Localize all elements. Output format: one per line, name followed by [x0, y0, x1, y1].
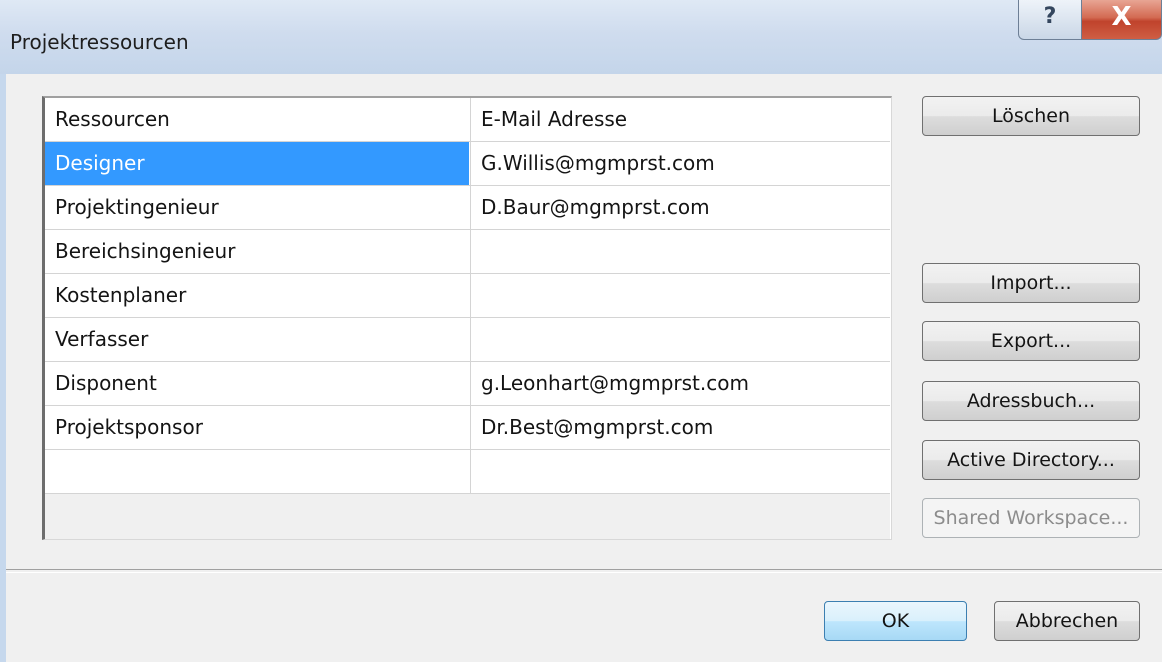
- table-header-row: Ressourcen E-Mail Adresse: [45, 98, 890, 142]
- table-row[interactable]: Projektsponsor Dr.Best@mgmprst.com: [45, 406, 890, 450]
- table-row[interactable]: Bereichsingenieur: [45, 230, 890, 274]
- resources-grid[interactable]: Ressourcen E-Mail Adresse Designer G.Wil…: [42, 96, 892, 540]
- resource-cell[interactable]: [45, 450, 469, 493]
- addressbook-button[interactable]: Adressbuch...: [922, 381, 1140, 421]
- table-row[interactable]: Kostenplaner: [45, 274, 890, 318]
- import-button[interactable]: Import...: [922, 263, 1140, 303]
- delete-button[interactable]: Löschen: [922, 96, 1140, 136]
- shared-workspace-button[interactable]: Shared Workspace...: [922, 498, 1140, 538]
- resource-cell[interactable]: Bereichsingenieur: [45, 230, 469, 273]
- email-cell[interactable]: g.Leonhart@mgmprst.com: [470, 362, 890, 405]
- column-header-resources[interactable]: Ressourcen: [45, 98, 469, 141]
- email-cell[interactable]: D.Baur@mgmprst.com: [470, 186, 890, 229]
- resource-cell[interactable]: Disponent: [45, 362, 469, 405]
- email-cell[interactable]: G.Willis@mgmprst.com: [470, 142, 890, 185]
- window-border: [0, 74, 6, 662]
- table-row-new[interactable]: [45, 450, 890, 494]
- table-row[interactable]: Verfasser: [45, 318, 890, 362]
- close-button[interactable]: X: [1081, 0, 1162, 40]
- resource-cell[interactable]: Verfasser: [45, 318, 469, 361]
- email-cell[interactable]: [470, 318, 890, 361]
- table-row[interactable]: Disponent g.Leonhart@mgmprst.com: [45, 362, 890, 406]
- resource-cell[interactable]: Designer: [45, 142, 469, 185]
- column-header-email[interactable]: E-Mail Adresse: [470, 98, 890, 141]
- close-icon: X: [1111, 2, 1132, 32]
- project-resources-dialog: Projektressourcen ? X Ressourcen E-Mail …: [0, 0, 1162, 662]
- title-bar[interactable]: Projektressourcen ? X: [0, 0, 1162, 74]
- resource-cell[interactable]: Projektingenieur: [45, 186, 469, 229]
- help-button[interactable]: ?: [1018, 0, 1082, 40]
- separator: [6, 569, 1162, 573]
- export-button[interactable]: Export...: [922, 321, 1140, 361]
- active-directory-button[interactable]: Active Directory...: [922, 440, 1140, 480]
- table-row[interactable]: Designer G.Willis@mgmprst.com: [45, 142, 890, 186]
- table-row[interactable]: Projektingenieur D.Baur@mgmprst.com: [45, 186, 890, 230]
- help-icon: ?: [1043, 4, 1057, 29]
- resource-cell[interactable]: Kostenplaner: [45, 274, 469, 317]
- email-cell[interactable]: [470, 230, 890, 273]
- cancel-button[interactable]: Abbrechen: [994, 601, 1140, 641]
- email-cell[interactable]: Dr.Best@mgmprst.com: [470, 406, 890, 449]
- resource-cell[interactable]: Projektsponsor: [45, 406, 469, 449]
- email-cell[interactable]: [470, 274, 890, 317]
- grid-empty-area: [45, 494, 890, 539]
- ok-button[interactable]: OK: [824, 601, 967, 641]
- email-cell[interactable]: [470, 450, 890, 493]
- dialog-title: Projektressourcen: [10, 30, 189, 54]
